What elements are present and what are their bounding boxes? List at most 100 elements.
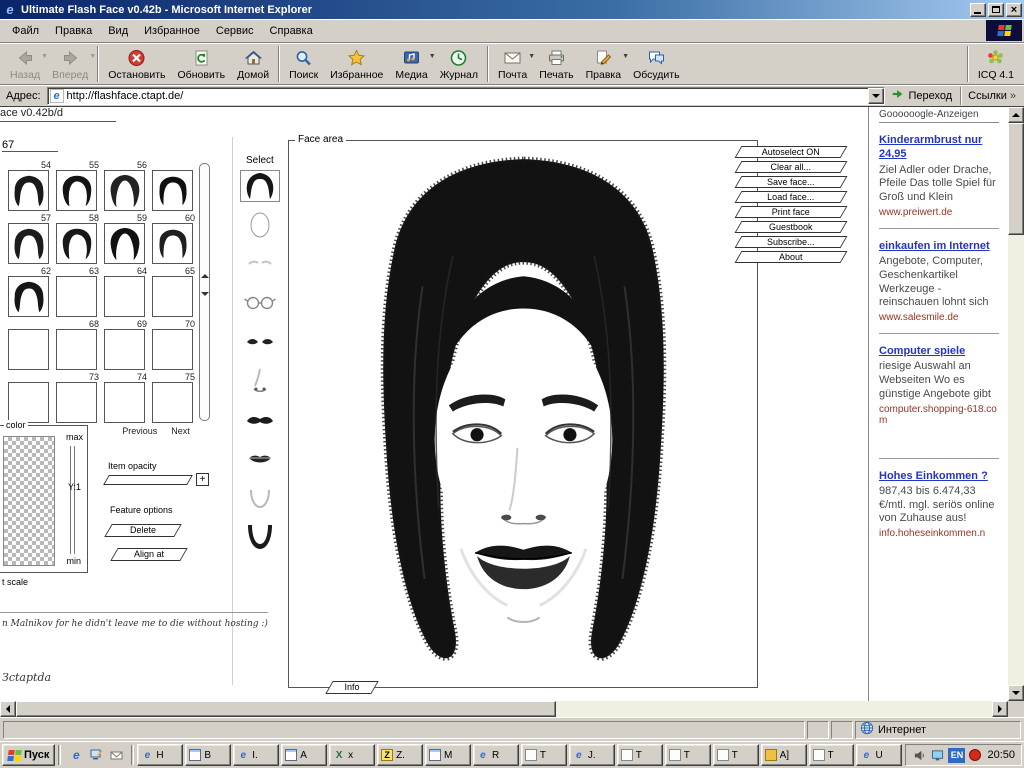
quick-launch-mail-icon[interactable] [108,747,124,763]
taskbar-window-button[interactable]: Z. [377,744,423,766]
taskbar-window-button[interactable]: M [425,744,471,766]
feature-mustache-thumb[interactable] [240,404,280,436]
scroll-right-button[interactable] [992,701,1008,717]
about-button[interactable]: About [735,251,848,263]
info-tab[interactable]: Info [325,681,379,694]
display-icon[interactable] [930,748,944,762]
antivirus-icon[interactable] [969,749,981,761]
hair-cell[interactable]: 68 [56,319,100,371]
menu-favorites[interactable]: Избранное [136,22,208,40]
ad-url[interactable]: computer.shopping-618.com [879,404,999,426]
clock[interactable]: 20:50 [987,749,1015,761]
quick-launch-ie-icon[interactable]: e [68,747,84,763]
subscribe-button[interactable]: Subscribe... [735,236,848,248]
taskbar-window-button[interactable]: H [137,744,183,766]
feature-hair-thumb[interactable] [240,170,280,202]
hair-cell[interactable]: 56 [104,160,148,212]
taskbar-window-button[interactable]: T [713,744,759,766]
hair-cell[interactable]: 73 [56,372,100,424]
hair-cell[interactable]: 70 [152,319,196,371]
ad-url[interactable]: info.hoheseinkommen.n [879,528,999,539]
volume-icon[interactable] [912,748,926,762]
align-at-button[interactable]: Align at [110,548,188,561]
maximize-button[interactable] [988,3,1004,17]
print-button[interactable]: Печать [533,46,579,82]
minimize-button[interactable] [970,3,986,17]
home-button[interactable]: Домой [231,46,275,82]
hair-cell[interactable]: 59 [104,213,148,265]
hair-cell[interactable]: 69 [104,319,148,371]
refresh-button[interactable]: Обновить [172,46,232,82]
opacity-plus-button[interactable]: + [196,473,209,486]
back-button[interactable]: ▼ Назад [4,46,46,82]
load-face-button[interactable]: Load face... [735,191,848,203]
taskbar-window-button[interactable]: I. [233,744,279,766]
hair-cell[interactable]: 55 [56,160,100,212]
taskbar-window-button[interactable]: A [281,744,327,766]
grid-scroll-up-icon[interactable] [201,274,209,278]
grid-scroll-down-icon[interactable] [201,292,209,296]
taskbar-window-button[interactable]: B [185,744,231,766]
hair-cell[interactable] [152,160,196,212]
taskbar-window-button[interactable]: R [473,744,519,766]
edit-button[interactable]: ▼ Правка [580,46,627,82]
address-dropdown-button[interactable] [868,88,884,104]
item-opacity-slider[interactable] [103,475,193,485]
autoselect-button[interactable]: Autoselect ON [735,146,848,158]
grid-scrollbar[interactable] [199,163,210,421]
close-button[interactable]: × [1006,3,1022,17]
color-value-slider[interactable] [70,446,75,554]
ad-title-link[interactable]: Hohes Einkommen ? [879,469,999,483]
hair-cell[interactable]: 63 [56,266,100,318]
taskbar-window-button[interactable]: T [521,744,567,766]
feature-mouth-thumb[interactable] [240,443,280,475]
stop-button[interactable]: Остановить [102,46,171,82]
scroll-up-button[interactable] [1008,107,1024,123]
menu-tools[interactable]: Сервис [208,22,262,40]
next-label[interactable]: Next [171,426,190,436]
ad-title-link[interactable]: Kinderarmbrust nur 24,95 [879,133,999,162]
go-button[interactable]: Переход [885,87,958,104]
history-button[interactable]: Журнал [434,46,484,82]
taskbar-window-button[interactable]: T [617,744,663,766]
search-button[interactable]: Поиск [283,46,324,82]
hair-cell[interactable]: 65 [152,266,196,318]
print-face-button[interactable]: Print face [735,206,848,218]
next-arrow-icon[interactable] [165,414,175,424]
language-indicator[interactable]: EN [948,748,965,763]
start-button[interactable]: Пуск [2,744,55,766]
hair-cell[interactable]: 57 [8,213,52,265]
ad-title-link[interactable]: einkaufen im Internet [879,239,999,253]
media-button[interactable]: ▼ Медиа [389,46,433,82]
discuss-button[interactable]: Обсудить [627,46,686,82]
address-input[interactable]: e http://flashface.ctapt.de/ [47,87,886,105]
address-url[interactable]: http://flashface.ctapt.de/ [67,90,869,102]
hair-cell[interactable]: 62 [8,266,52,318]
taskbar-window-button[interactable]: T [665,744,711,766]
hair-cell[interactable]: 58 [56,213,100,265]
scroll-left-button[interactable] [0,701,16,717]
delete-button[interactable]: Delete [104,524,182,537]
horizontal-scrollbar[interactable] [0,701,1024,717]
save-face-button[interactable]: Save face... [735,176,848,188]
ad-url[interactable]: www.preiwert.de [879,207,999,218]
hair-cell[interactable]: 64 [104,266,148,318]
vertical-scroll-thumb[interactable] [1008,123,1024,235]
composite-face-image[interactable] [301,145,746,680]
forward-dropdown-icon[interactable]: ▼ [89,53,96,60]
taskbar-window-button[interactable]: T [809,744,855,766]
previous-arrow-icon[interactable] [137,414,147,424]
links-button[interactable]: Ссылки [964,90,1020,102]
feature-nose-thumb[interactable] [240,365,280,397]
scroll-down-button[interactable] [1008,685,1024,701]
ad-title-link[interactable]: Computer spiele [879,344,999,358]
menu-view[interactable]: Вид [100,22,136,40]
menu-edit[interactable]: Правка [47,22,100,40]
feature-eyebrows-thumb[interactable] [240,248,280,280]
hair-cell[interactable] [8,372,52,424]
favorites-button[interactable]: Избранное [324,46,389,82]
menu-file[interactable]: Файл [4,22,47,40]
menu-help[interactable]: Справка [262,22,321,40]
horizontal-scroll-thumb[interactable] [16,701,556,717]
color-picker-grid[interactable] [3,436,55,566]
